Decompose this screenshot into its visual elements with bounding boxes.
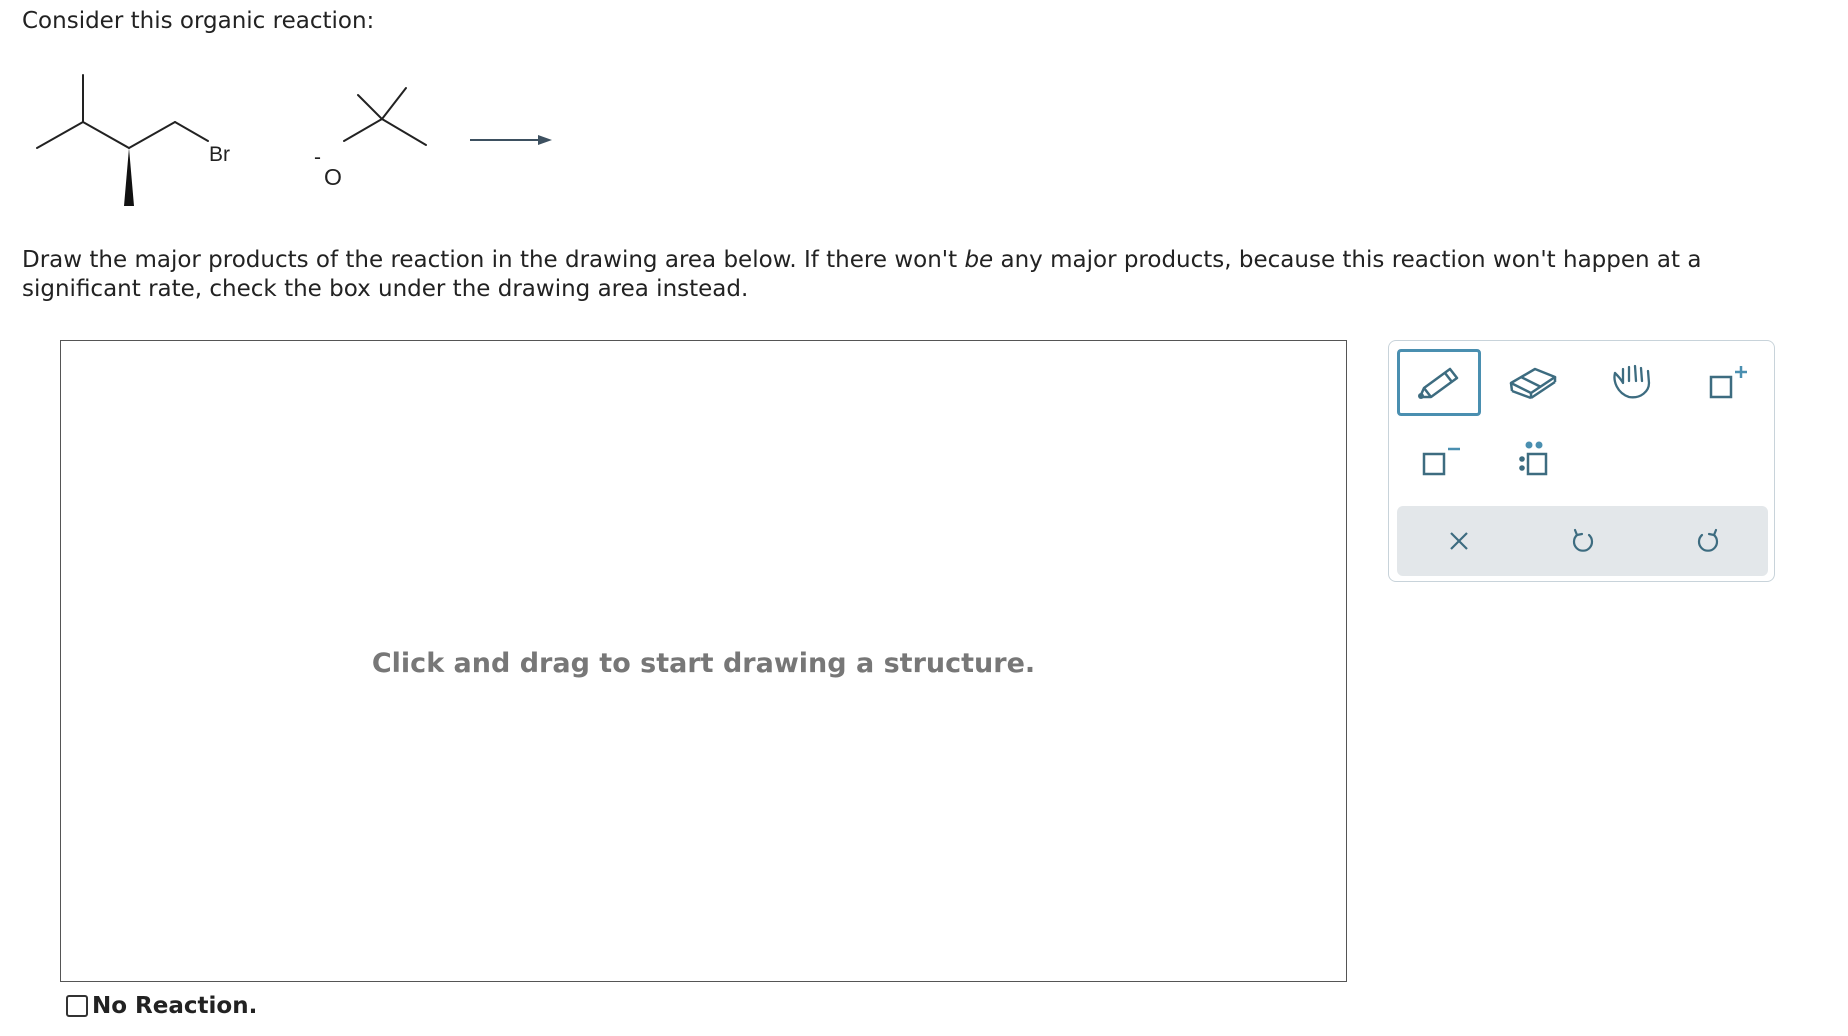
no-reaction-checkbox[interactable]: [66, 995, 88, 1017]
positive-charge-tool-button[interactable]: [1684, 349, 1768, 416]
lone-pair-icon: [1519, 441, 1548, 475]
hand-icon: [1613, 364, 1651, 398]
no-reaction-label: No Reaction.: [92, 993, 258, 1019]
hand-tool-button[interactable]: [1589, 349, 1673, 416]
drawing-hint: Click and drag to start drawing a struct…: [371, 648, 1036, 679]
question-prompt: Draw the major products of the reaction …: [22, 247, 1702, 302]
toolbar-actions: [1397, 506, 1768, 576]
negative-charge-icon: [1422, 447, 1460, 475]
redo-icon: [1697, 528, 1719, 552]
charge-label: -: [314, 146, 321, 169]
negative-charge-tool-button[interactable]: [1397, 426, 1481, 493]
wedge-bond: [124, 148, 134, 206]
reaction-arrow: [470, 135, 552, 145]
question-intro: Consider this organic reaction:: [22, 8, 375, 34]
reagent-tert-butoxide: [343, 87, 427, 146]
redo-button[interactable]: [1678, 516, 1738, 566]
lone-pair-tool-button[interactable]: [1491, 426, 1575, 493]
undo-button[interactable]: [1553, 516, 1613, 566]
drawing-canvas[interactable]: Click and drag to start drawing a struct…: [60, 340, 1347, 982]
bromine-label: Br: [209, 143, 230, 166]
clear-button[interactable]: [1429, 516, 1489, 566]
eraser-icon: [1509, 367, 1557, 399]
oxygen-label: O: [324, 164, 342, 190]
drawing-toolbar: [1388, 340, 1775, 582]
undo-icon: [1572, 528, 1594, 552]
positive-charge-icon: [1709, 365, 1747, 398]
no-reaction-option[interactable]: No Reaction.: [66, 993, 257, 1019]
reaction-scheme: Br - O: [36, 74, 552, 206]
pencil-tool-button[interactable]: [1397, 349, 1481, 416]
eraser-tool-button[interactable]: [1491, 349, 1575, 416]
substrate-molecule: [36, 74, 209, 149]
pencil-icon: [1418, 367, 1459, 399]
close-icon: [1450, 532, 1468, 550]
